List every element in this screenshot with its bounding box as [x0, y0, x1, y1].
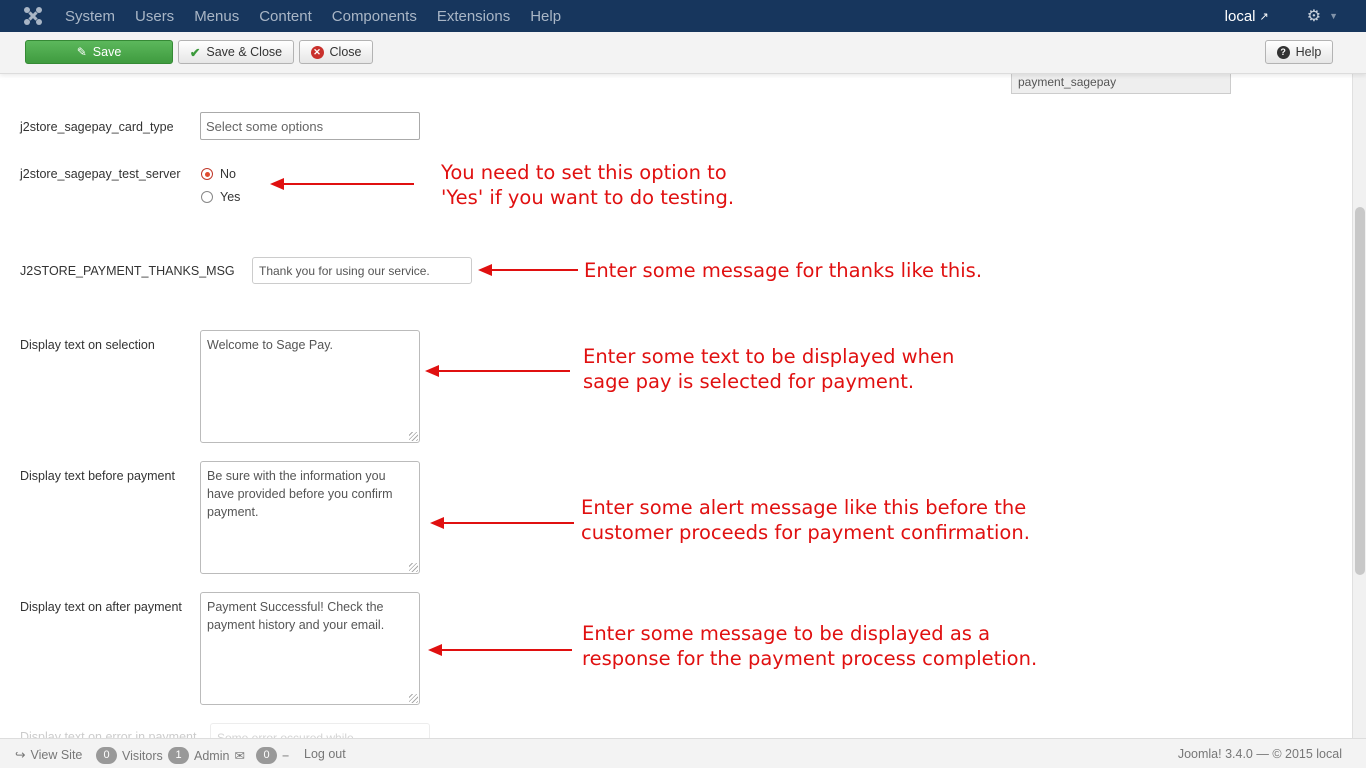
thanks-msg-input[interactable]: Thank you for using our service. [252, 257, 472, 284]
admin-badge: 1 [168, 747, 189, 764]
edit-icon: ✎ [76, 45, 87, 59]
help-button[interactable]: ? Help [1265, 40, 1333, 64]
view-site-label: View Site [30, 747, 83, 762]
arrow-head-thanks-msg [478, 264, 492, 276]
after-payment-text: Payment Successful! Check the payment hi… [207, 600, 385, 632]
after-payment-label: Display text on after payment [20, 600, 182, 614]
visitors-indicator: 0 Visitors [96, 747, 163, 764]
external-link-icon: ↗ [1259, 10, 1269, 23]
thanks-msg-label: J2STORE_PAYMENT_THANKS_MSG [20, 264, 235, 278]
arrow-head-after-payment [428, 644, 442, 656]
annotation-line: Enter some message to be displayed as a [582, 622, 991, 645]
top-navbar: System Users Menus Content Components Ex… [0, 0, 1366, 32]
arrow-head-on-selection [425, 365, 439, 377]
toolbar: ✎ Save ✔ Save & Close ✕ Close ? Help [0, 32, 1366, 74]
status-bar: ↪ View Site 0 Visitors 1 Admin ✉ 0 − Log… [0, 738, 1366, 768]
card-type-label: j2store_sagepay_card_type [20, 120, 174, 134]
save-button-label: Save [92, 45, 122, 59]
menu-components[interactable]: Components [322, 8, 427, 25]
menu-extensions[interactable]: Extensions [427, 8, 520, 25]
on-selection-label: Display text on selection [20, 338, 155, 352]
annotation-before-payment: Enter some alert message like this befor… [581, 495, 1030, 545]
resize-handle[interactable] [409, 694, 418, 703]
admin-indicator: 1 Admin ✉ [168, 747, 245, 764]
messages-indicator[interactable]: 0 − [256, 747, 289, 764]
logout-label: Log out [304, 747, 346, 761]
gear-icon[interactable]: ⚙ [1307, 6, 1321, 26]
close-button-label: Close [329, 45, 362, 59]
card-type-select[interactable]: Select some options [200, 112, 420, 140]
arrow-head-before-payment [430, 517, 444, 529]
annotation-line: 'Yes' if you want to do testing. [441, 186, 735, 209]
visitors-label: Visitors [122, 748, 163, 763]
close-button[interactable]: ✕ Close [299, 40, 373, 64]
test-server-option-yes[interactable]: Yes [201, 190, 240, 204]
resize-handle[interactable] [409, 563, 418, 572]
on-selection-text: Welcome to Sage Pay. [207, 338, 333, 352]
save-button[interactable]: ✎ Save [25, 40, 173, 64]
joomla-logo-icon[interactable] [22, 5, 44, 27]
before-payment-text: Be sure with the information you have pr… [207, 469, 393, 519]
before-payment-label: Display text before payment [20, 469, 175, 483]
test-server-option-no[interactable]: No [201, 167, 236, 181]
annotation-after-payment: Enter some message to be displayed as a … [582, 621, 1037, 671]
save-close-button[interactable]: ✔ Save & Close [178, 40, 294, 64]
radio-yes-label: Yes [220, 190, 241, 204]
scrollbar-thumb[interactable] [1355, 207, 1365, 575]
menu-content[interactable]: Content [249, 8, 322, 25]
resize-handle[interactable] [409, 432, 418, 441]
radio-no[interactable] [201, 168, 213, 180]
after-payment-textarea[interactable]: Payment Successful! Check the payment hi… [200, 592, 420, 705]
view-site-link[interactable]: ↪ View Site [15, 747, 83, 763]
main-menu: System Users Menus Content Components Ex… [55, 0, 571, 32]
menu-help[interactable]: Help [520, 8, 571, 25]
version-text: Joomla! 3.4.0 — © 2015 local [1177, 747, 1342, 761]
annotation-line: response for the payment process complet… [582, 647, 1038, 670]
chevron-down-icon[interactable]: ▼ [1329, 11, 1338, 21]
arrow-head-test-server [270, 178, 284, 190]
menu-menus[interactable]: Menus [184, 8, 249, 25]
annotation-thanks-msg: Enter some message for thanks like this. [584, 258, 982, 283]
annotation-line: Enter some text to be displayed when [583, 345, 955, 368]
visitors-badge: 0 [96, 747, 117, 764]
radio-no-label: No [220, 167, 236, 181]
menu-system[interactable]: System [55, 8, 125, 25]
check-icon: ✔ [189, 45, 201, 60]
radio-yes[interactable] [201, 191, 213, 203]
annotation-line: Enter some alert message like this befor… [581, 496, 1027, 519]
annotation-on-selection: Enter some text to be displayed when sag… [583, 344, 954, 394]
envelope-icon: ✉ [234, 749, 245, 763]
annotation-line: sage pay is selected for payment. [583, 370, 915, 393]
on-selection-textarea[interactable]: Welcome to Sage Pay. [200, 330, 420, 443]
help-button-label: Help [1295, 45, 1322, 59]
annotation-line: customer proceeds for payment confirmati… [581, 521, 1030, 544]
test-server-label: j2store_sagepay_test_server [20, 167, 181, 181]
messages-badge: 0 [256, 747, 277, 764]
annotation-line: Enter some message for thanks like this. [584, 259, 983, 282]
before-payment-textarea[interactable]: Be sure with the information you have pr… [200, 461, 420, 574]
annotation-test-server: You need to set this option to 'Yes' if … [441, 160, 734, 210]
site-link[interactable]: local ↗ [1225, 8, 1269, 25]
site-link-label: local [1224, 7, 1256, 25]
logout-link[interactable]: Log out [304, 747, 346, 761]
question-icon: ? [1276, 45, 1290, 59]
page-scrollbar[interactable] [1352, 32, 1366, 738]
annotation-line: You need to set this option to [441, 161, 727, 184]
admin-label: Admin [194, 748, 230, 763]
save-close-button-label: Save & Close [206, 45, 283, 59]
menu-users[interactable]: Users [125, 8, 184, 25]
share-icon: ↪ [15, 748, 26, 762]
close-icon: ✕ [310, 45, 324, 59]
minus-icon: − [282, 748, 290, 763]
